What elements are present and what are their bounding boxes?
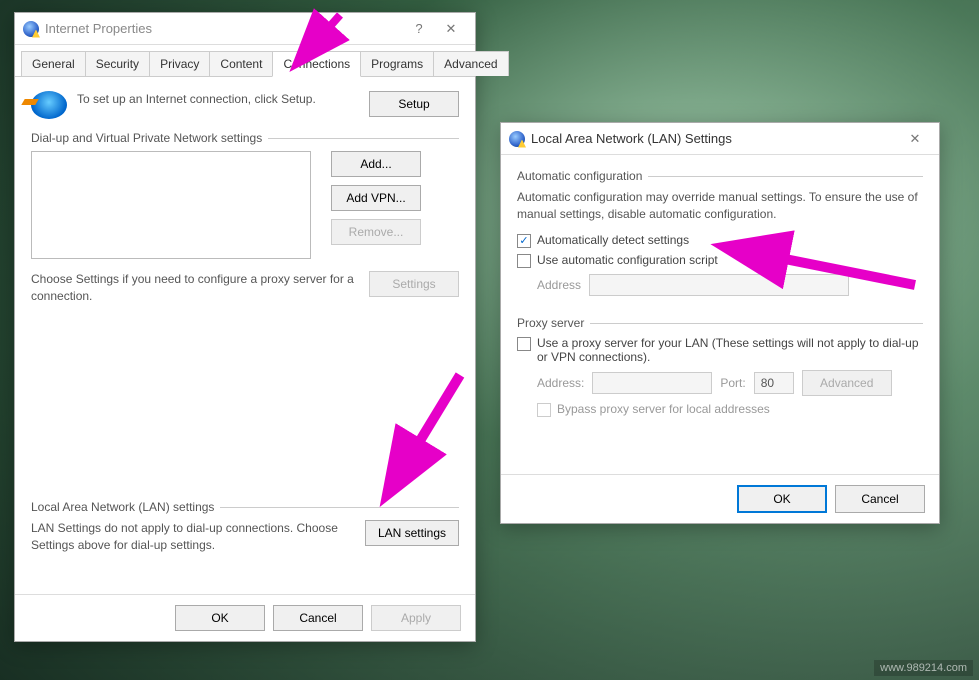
auto-config-group-label: Automatic configuration [517,169,648,183]
proxy-port-input [754,372,794,394]
lan-settings-dialog: Local Area Network (LAN) Settings ✕ Auto… [500,122,940,524]
auto-detect-label: Automatically detect settings [537,233,689,247]
tab-strip: General Security Privacy Content Connect… [15,45,475,77]
window-title: Internet Properties [45,21,403,36]
use-proxy-checkbox[interactable] [517,337,531,351]
lan-group-label: Local Area Network (LAN) settings [31,500,220,514]
tab-security[interactable]: Security [85,51,150,76]
cancel-button[interactable]: Cancel [273,605,363,631]
proxy-port-label: Port: [720,376,745,390]
dialog-buttons: OK Cancel [501,474,939,523]
apply-button: Apply [371,605,461,631]
setup-description: To set up an Internet connection, click … [77,91,359,108]
advanced-button: Advanced [802,370,892,396]
bypass-checkbox [537,403,551,417]
dialup-group-label: Dial-up and Virtual Private Network sett… [31,131,268,145]
tab-connections[interactable]: Connections [272,51,361,77]
auto-script-checkbox[interactable] [517,254,531,268]
lan-content: Automatic configuration Automatic config… [501,155,939,474]
remove-button: Remove... [331,219,421,245]
tab-programs[interactable]: Programs [360,51,434,76]
use-proxy-label: Use a proxy server for your LAN (These s… [537,336,923,364]
script-address-input [589,274,849,296]
internet-options-icon [509,131,525,147]
setup-button[interactable]: Setup [369,91,459,117]
add-vpn-button[interactable]: Add VPN... [331,185,421,211]
ok-button[interactable]: OK [737,485,827,513]
titlebar[interactable]: Internet Properties ? ✕ [15,13,475,45]
internet-options-icon [23,21,39,37]
tab-privacy[interactable]: Privacy [149,51,210,76]
auto-detect-checkbox[interactable]: ✓ [517,234,531,248]
proxy-group-label: Proxy server [517,316,590,330]
tab-content[interactable]: Content [209,51,273,76]
address-label: Address [537,278,581,292]
cancel-button[interactable]: Cancel [835,485,925,513]
tab-general[interactable]: General [21,51,86,76]
globe-setup-icon [31,91,67,119]
window-title: Local Area Network (LAN) Settings [531,131,899,146]
auto-config-description: Automatic configuration may override man… [517,189,923,223]
dialog-buttons: OK Cancel Apply [15,594,475,641]
ok-button[interactable]: OK [175,605,265,631]
dialup-connections-list[interactable] [31,151,311,259]
lan-note: LAN Settings do not apply to dial-up con… [31,520,355,554]
bypass-label: Bypass proxy server for local addresses [557,402,770,416]
close-button[interactable]: ✕ [435,17,467,41]
watermark-text: www.989214.com [874,660,973,676]
tab-content-panel: To set up an Internet connection, click … [15,77,475,594]
settings-note: Choose Settings if you need to configure… [31,271,359,305]
titlebar[interactable]: Local Area Network (LAN) Settings ✕ [501,123,939,155]
auto-script-label: Use automatic configuration script [537,253,718,267]
lan-settings-button[interactable]: LAN settings [365,520,459,546]
settings-button: Settings [369,271,459,297]
help-button[interactable]: ? [403,17,435,41]
proxy-address-label: Address: [537,376,584,390]
internet-properties-dialog: Internet Properties ? ✕ General Security… [14,12,476,642]
close-button[interactable]: ✕ [899,127,931,151]
add-button[interactable]: Add... [331,151,421,177]
tab-advanced[interactable]: Advanced [433,51,508,76]
proxy-address-input [592,372,712,394]
